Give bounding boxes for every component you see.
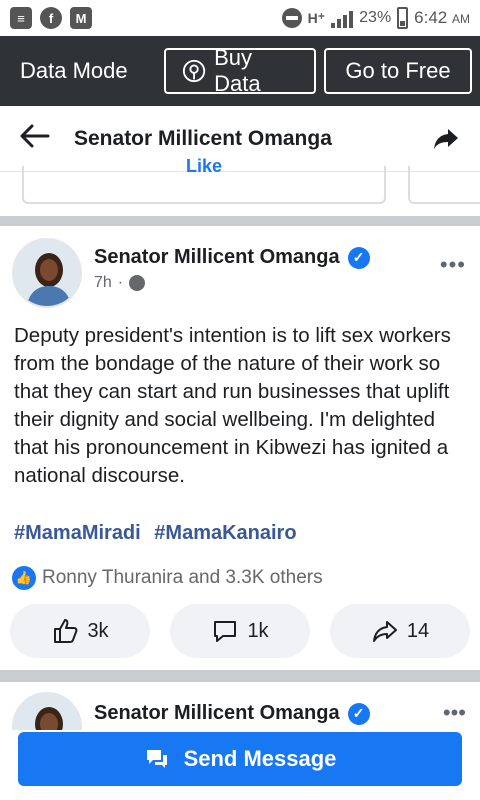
page-header: Senator Millicent Omanga	[0, 106, 480, 172]
verified-badge-icon: ✓	[347, 702, 370, 725]
hashtag-link[interactable]: #MamaKanairo	[154, 522, 296, 544]
buy-data-label: Buy Data	[214, 45, 261, 96]
reactions-text: Ronny Thuranira and 3.3K others	[42, 567, 323, 588]
thumbs-up-icon	[54, 619, 78, 643]
clock-ampm: AM	[452, 12, 470, 26]
post-author-name: Senator Millicent Omanga	[94, 246, 340, 268]
more-options-icon[interactable]: •••	[443, 700, 466, 726]
signal-icon	[331, 8, 354, 28]
clock: 6:42 AM	[414, 8, 470, 28]
post-card: Senator Millicent Omanga ✓ 7h · ••• Depu…	[0, 226, 480, 670]
send-message-bar: Send Message	[0, 730, 480, 800]
battery-percent: 23%	[359, 9, 392, 26]
post-meta: 7h ·	[94, 274, 146, 292]
battery-icon	[397, 7, 409, 29]
gmail-icon: M	[70, 7, 92, 29]
share-button[interactable]: 14	[330, 604, 470, 658]
status-bar: ≡ f M H⁺ 23% 6:42 AM	[0, 0, 480, 36]
globe-icon	[129, 275, 146, 291]
previous-card: Like	[0, 156, 480, 216]
back-arrow-icon[interactable]	[20, 122, 60, 156]
broadcast-icon	[182, 59, 206, 83]
feed-divider	[0, 670, 480, 682]
post-author[interactable]: Senator Millicent Omanga ✓	[94, 246, 370, 269]
hashtags: #MamaMiradi #MamaKanairo	[14, 522, 305, 545]
next-post-author[interactable]: Senator Millicent Omanga ✓	[94, 702, 370, 725]
page-title: Senator Millicent Omanga	[74, 126, 332, 150]
sms-icon: ≡	[10, 7, 32, 29]
next-post-author-name: Senator Millicent Omanga	[94, 702, 340, 724]
go-to-free-label: Go to Free	[345, 58, 451, 83]
send-message-button[interactable]: Send Message	[18, 732, 462, 786]
do-not-disturb-icon	[281, 8, 302, 28]
share-count: 14	[406, 619, 430, 642]
post-time[interactable]: 7h	[94, 274, 112, 292]
messenger-icon	[146, 750, 167, 768]
post-actions: 3k 1k 14	[10, 604, 470, 658]
buy-data-button[interactable]: Buy Data	[164, 45, 316, 96]
comment-icon	[214, 621, 237, 642]
send-message-label: Send Message	[183, 746, 337, 771]
post-text: Deputy president's intention is to lift …	[14, 324, 451, 487]
previous-secondary-button[interactable]	[408, 166, 480, 204]
previous-like-button[interactable]: Like	[22, 156, 386, 204]
previous-like-label: Like	[185, 156, 223, 176]
clock-time: 6:42	[414, 8, 448, 27]
data-mode-bar: Data Mode Buy Data Go to Free	[0, 36, 480, 106]
meta-separator: ·	[117, 274, 124, 291]
facebook-icon: f	[40, 7, 62, 29]
hashtag-link[interactable]: #MamaMiradi	[14, 522, 141, 544]
verified-badge-icon: ✓	[347, 246, 370, 269]
share-icon[interactable]	[432, 125, 460, 153]
network-type: H⁺	[307, 9, 326, 26]
more-options-icon[interactable]: •••	[440, 252, 466, 278]
feed-divider	[0, 216, 480, 226]
like-reaction-icon: 👍	[12, 566, 36, 590]
share-arrow-icon	[372, 621, 397, 642]
avatar[interactable]	[12, 238, 82, 308]
reactions-summary[interactable]: 👍 Ronny Thuranira and 3.3K others	[12, 566, 323, 590]
comment-button[interactable]: 1k	[170, 604, 310, 658]
like-button[interactable]: 3k	[10, 604, 150, 658]
data-mode-label: Data Mode	[20, 58, 128, 83]
like-count: 3k	[87, 619, 109, 642]
go-to-free-button[interactable]: Go to Free	[324, 48, 472, 94]
comment-count: 1k	[247, 619, 269, 642]
